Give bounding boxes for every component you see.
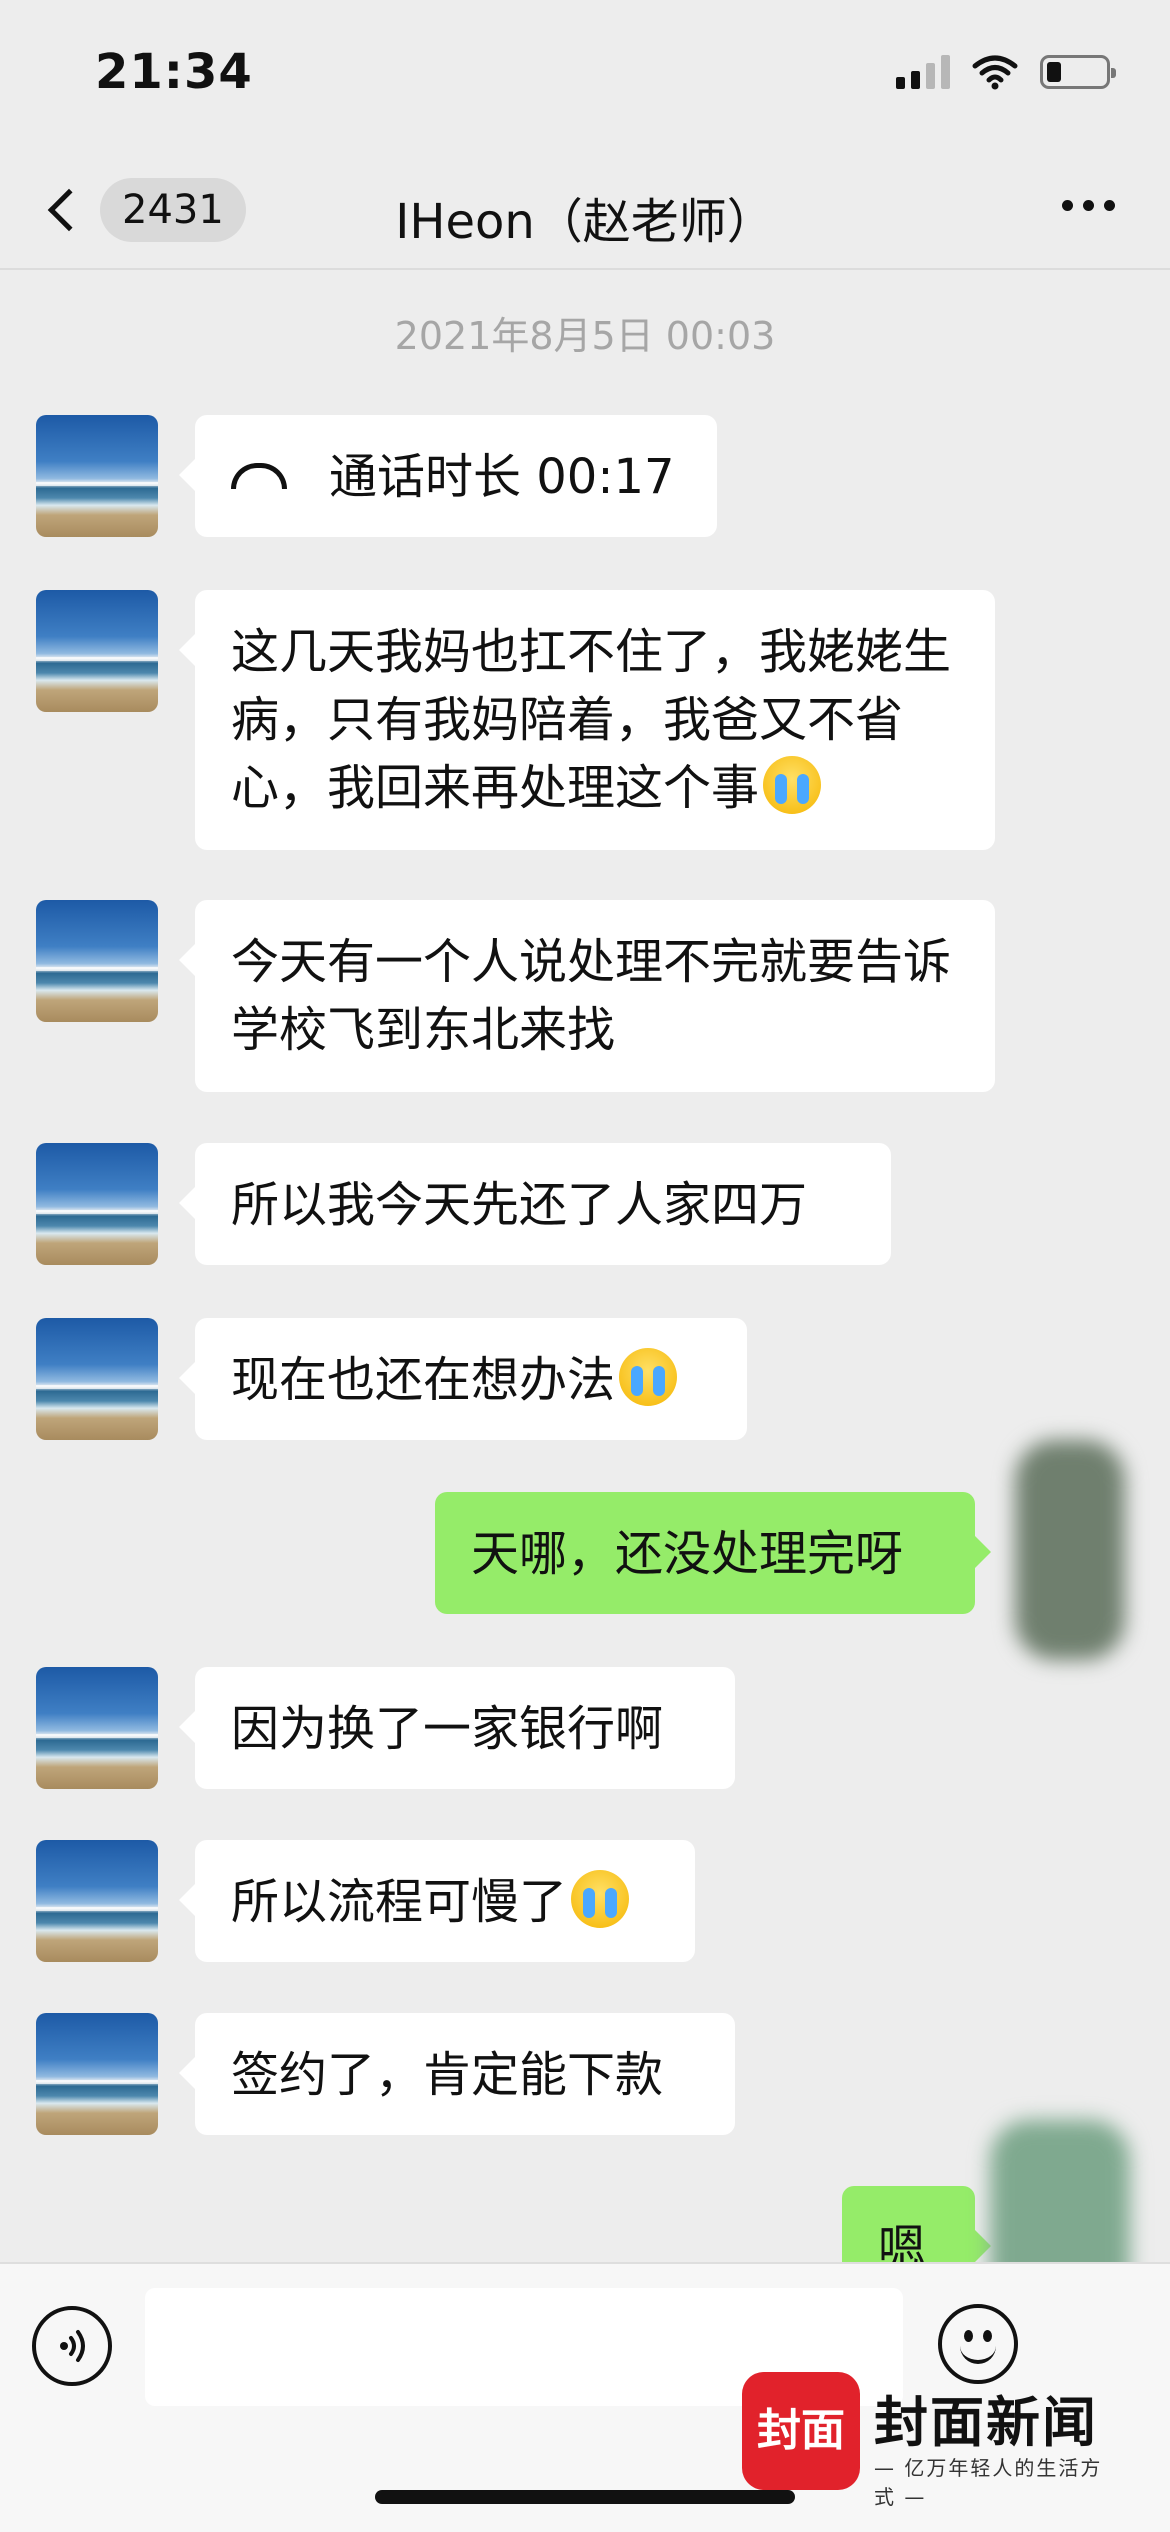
message-text: 嗯 [878,2220,927,2262]
emoji-icon [960,2346,996,2364]
outgoing-message-bubble[interactable]: 嗯 [842,2186,991,2262]
logo-slogan: — 亿万年轻人的生活方式 — [874,2456,1103,2509]
voice-icon [60,2330,85,2362]
voice-input-button[interactable] [32,2306,112,2386]
logo-name: 封面新闻 [874,2390,1098,2454]
watermark-logo: 封面 封面新闻 — 亿万年轻人的生活方式 — [742,2372,1122,2509]
logo-badge: 封面 [742,2372,860,2490]
blurred-self-avatar [990,2120,1130,2262]
home-indicator[interactable] [375,2490,795,2504]
message-row: 嗯 [0,0,1170,2262]
